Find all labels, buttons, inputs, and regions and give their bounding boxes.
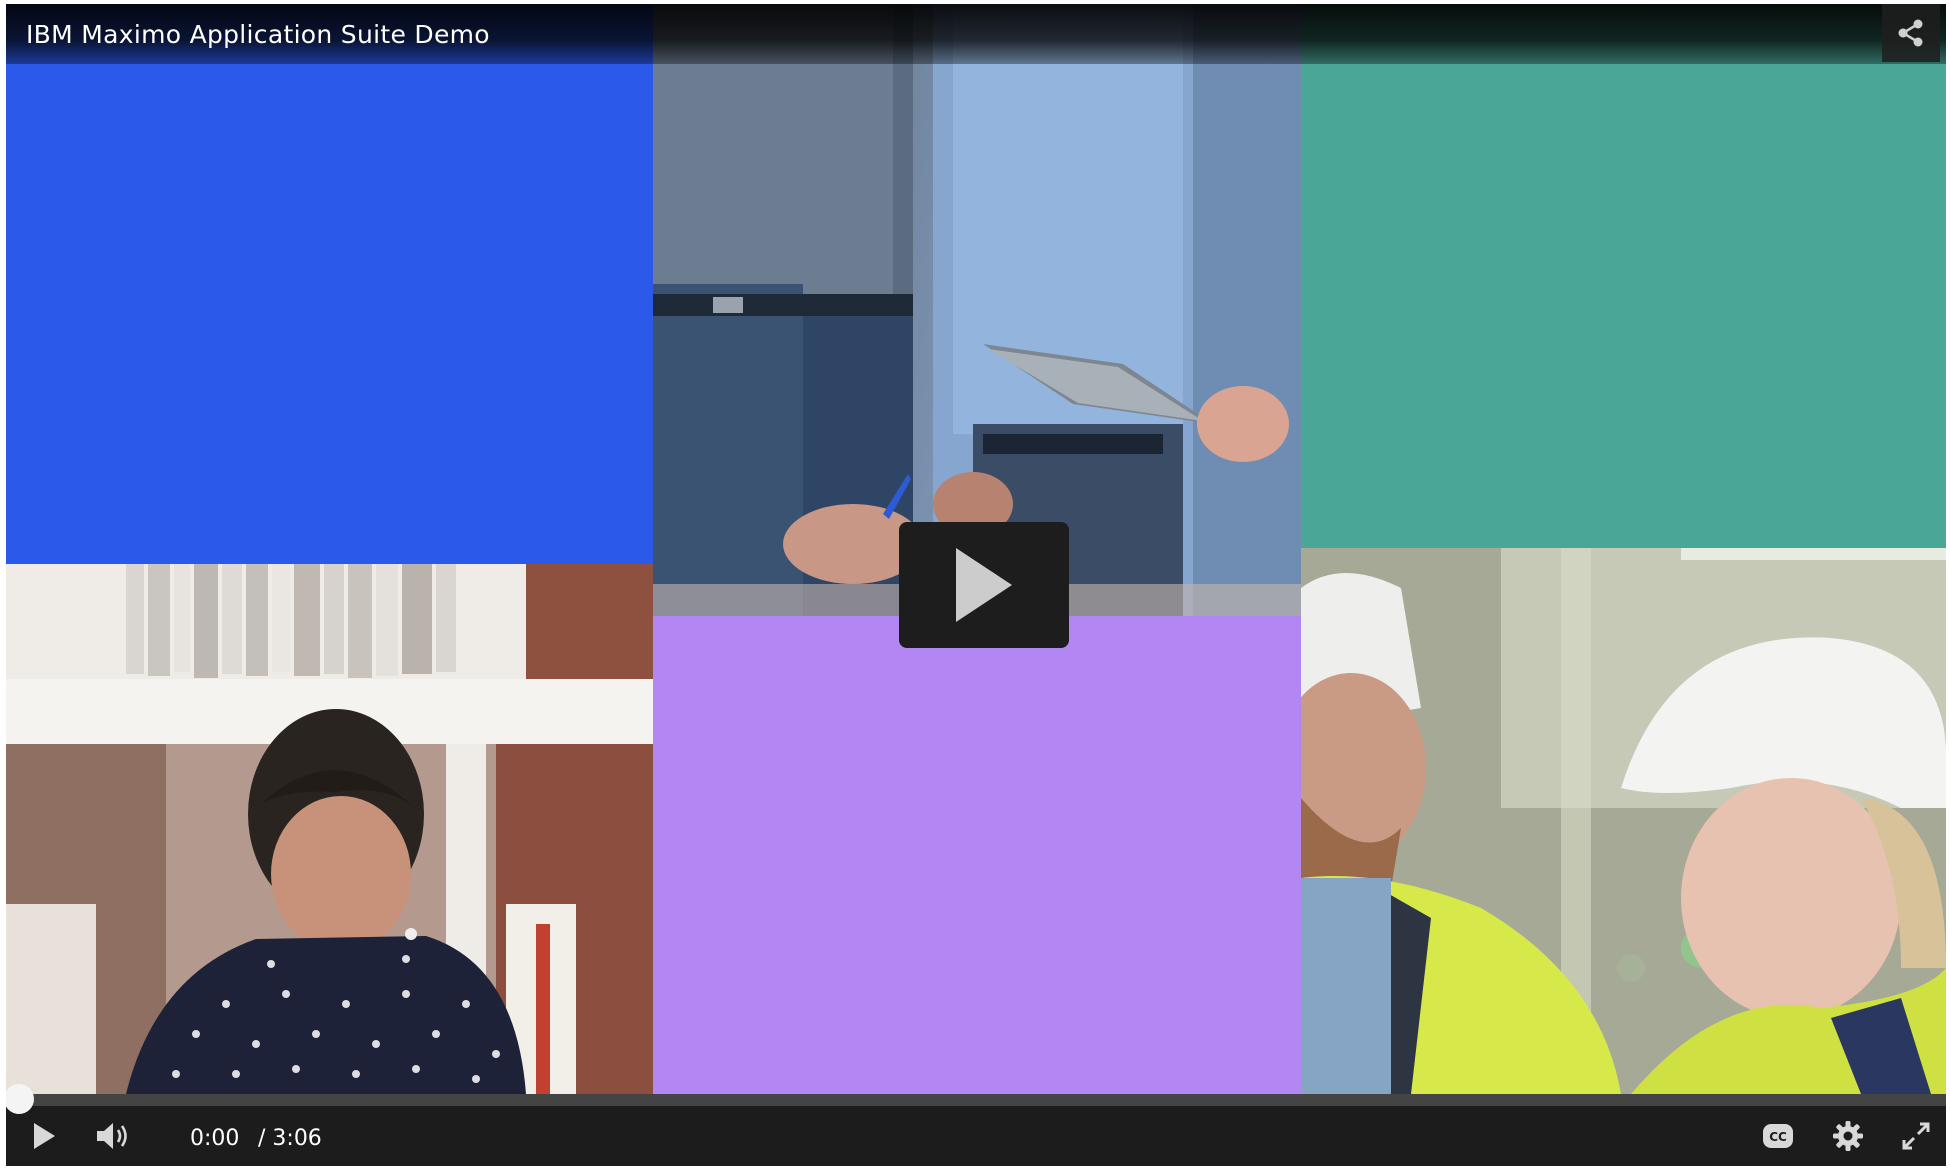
industrial-workers-illustration [1301, 548, 1946, 1094]
video-player[interactable]: IBM Maximo Application Suite Demo 0:00 /… [6, 4, 1946, 1166]
woman-reading-illustration [6, 564, 653, 1094]
woman-reading-image [6, 564, 653, 1094]
duration: / 3:06 [258, 1126, 322, 1151]
teal-color-block [1301, 4, 1946, 548]
share-button[interactable] [1882, 4, 1940, 62]
big-play-button[interactable] [899, 522, 1069, 648]
purple-color-block [653, 616, 1301, 1094]
share-icon [1898, 19, 1923, 47]
play-icon [34, 1123, 55, 1149]
blue-color-block [6, 4, 653, 564]
fullscreen-icon [1902, 1122, 1930, 1150]
volume-button[interactable] [92, 1116, 134, 1156]
svg-text:CC: CC [1769, 1130, 1787, 1144]
fullscreen-button[interactable] [1896, 1116, 1936, 1156]
current-time: 0:00 [190, 1126, 240, 1151]
video-title-bar: IBM Maximo Application Suite Demo [6, 4, 1946, 64]
industrial-workers-image [1301, 548, 1946, 1094]
closed-captions-icon: CC [1763, 1124, 1793, 1148]
progress-bar[interactable] [6, 1084, 1946, 1114]
settings-button[interactable] [1828, 1116, 1868, 1156]
volume-icon [97, 1123, 127, 1149]
closed-captions-button[interactable]: CC [1758, 1116, 1798, 1156]
play-button[interactable] [28, 1116, 60, 1156]
progress-handle[interactable] [6, 1084, 34, 1114]
video-title[interactable]: IBM Maximo Application Suite Demo [26, 20, 490, 49]
control-bar: 0:00 / 3:06 CC [6, 1084, 1946, 1166]
gear-icon [1833, 1121, 1863, 1151]
play-icon [956, 548, 1012, 622]
